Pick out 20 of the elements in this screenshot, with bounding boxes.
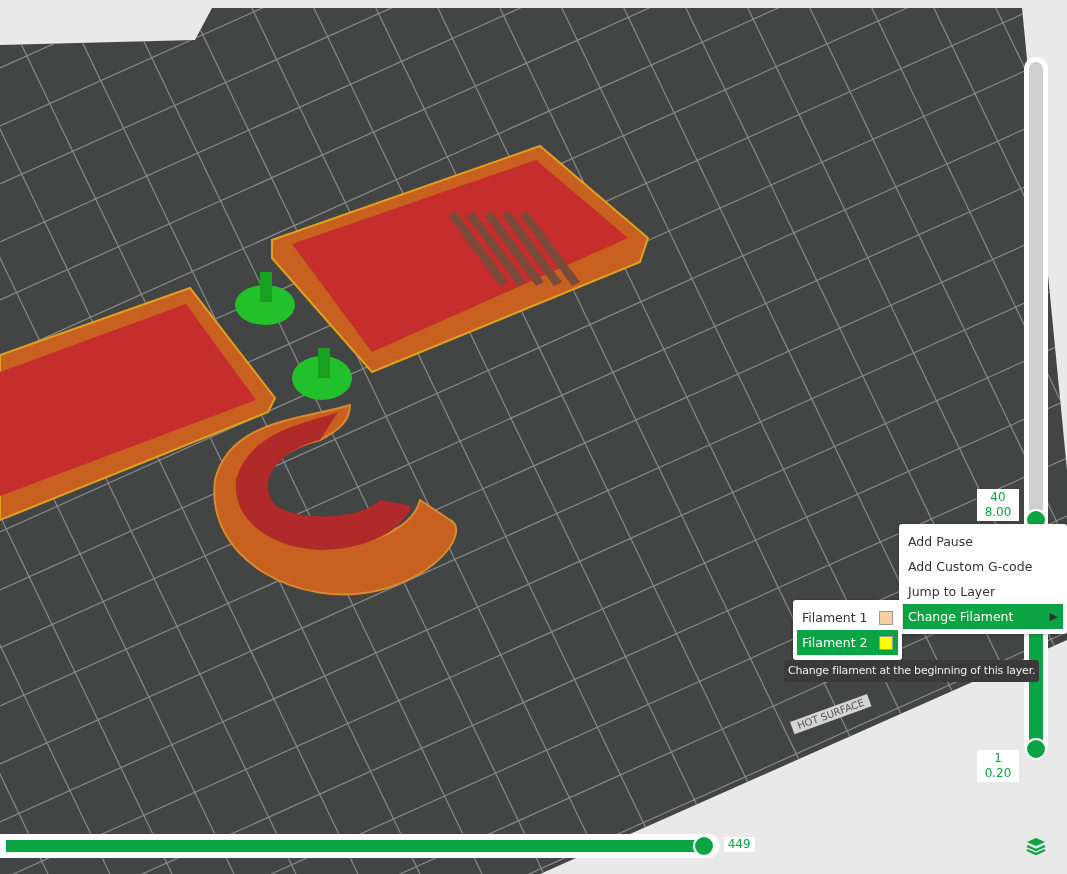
- slider-thumb[interactable]: [1025, 738, 1047, 760]
- submenu-arrow-icon: ▶: [1049, 610, 1058, 623]
- menu-item-label: Change Filament: [908, 609, 1014, 624]
- layer-height: 0.20: [984, 766, 1012, 781]
- layer-number: 1: [994, 751, 1002, 766]
- layer-height: 8.00: [984, 504, 1012, 520]
- menu-item-label: Filament 2: [802, 635, 868, 650]
- move-value: 449: [723, 837, 755, 852]
- support-model: [292, 348, 352, 400]
- menu-item[interactable]: Add Pause: [903, 529, 1063, 554]
- menu-item-label: Filament 1: [802, 610, 868, 625]
- menu-item[interactable]: Jump to Layer: [903, 579, 1063, 604]
- menu-item[interactable]: Add Custom G-code: [903, 554, 1063, 579]
- menu-item[interactable]: Filament 1: [797, 605, 898, 630]
- move-slider-track[interactable]: [0, 834, 720, 858]
- support-model: [235, 272, 295, 325]
- tooltip: Change filament at the beginning of this layer.: [784, 660, 1040, 682]
- layers-icon[interactable]: [1026, 837, 1046, 855]
- menu-item[interactable]: Change Filament ▶: [903, 604, 1063, 629]
- layer-number: 40: [990, 489, 1006, 505]
